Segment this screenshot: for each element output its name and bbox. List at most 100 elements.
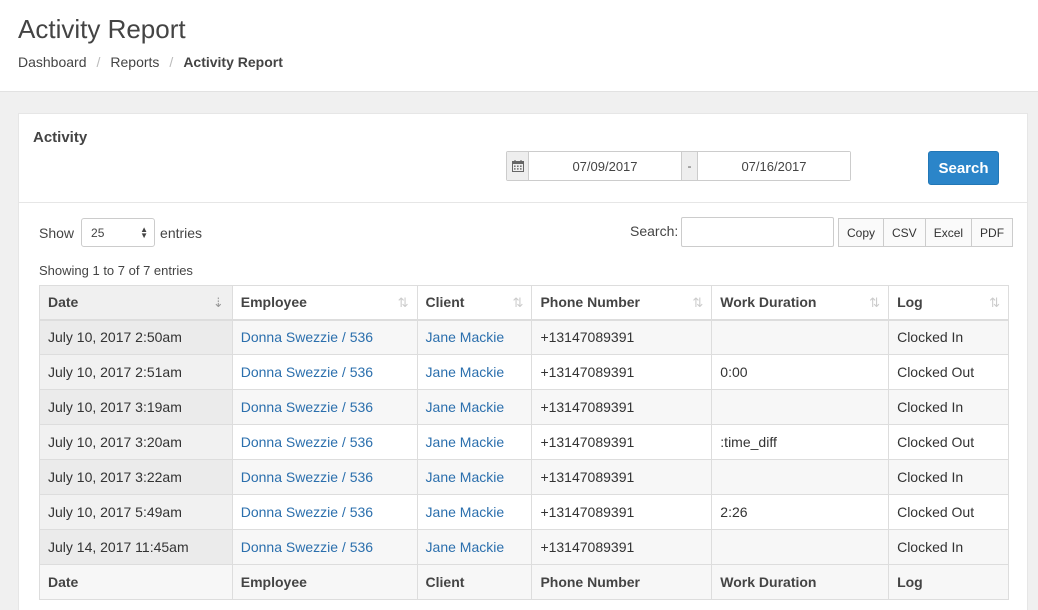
page-title: Activity Report <box>18 14 186 44</box>
column-header-client[interactable]: Client ⇅ <box>416 285 533 321</box>
log-cell: Clocked In <box>897 399 964 415</box>
search-button[interactable]: Search <box>928 151 999 185</box>
column-header-phone[interactable]: Phone Number ⇅ <box>531 285 713 321</box>
footer-employee: Employee <box>231 564 418 600</box>
employee-link[interactable]: Donna Swezzie / 536 <box>241 364 373 380</box>
sort-icon: ⇅ <box>692 295 704 310</box>
work-duration-cell: 2:26 <box>720 504 748 520</box>
column-header-log[interactable]: Log ⇅ <box>888 285 1009 321</box>
table-footer-row: Date Employee Client Phone Number Work D… <box>39 564 1009 600</box>
page-header: Activity Report Dashboard / Reports / Ac… <box>0 0 1038 92</box>
log-cell: Clocked In <box>897 539 964 555</box>
date-cell-container: July 10, 2017 3:22am <box>39 459 233 495</box>
sort-ascending-icon: ⇣ <box>212 295 224 310</box>
employee-link[interactable]: Donna Swezzie / 536 <box>241 504 373 520</box>
employee-link[interactable]: Donna Swezzie / 536 <box>241 539 373 555</box>
log-cell-container: Clocked In <box>888 389 1009 425</box>
log-cell: Clocked Out <box>897 434 975 450</box>
table-search-label: Search: <box>630 223 679 239</box>
work-duration-cell-container: 0:00 <box>711 354 890 390</box>
client-link[interactable]: Jane Mackie <box>426 329 505 345</box>
client-link[interactable]: Jane Mackie <box>426 539 505 555</box>
csv-button[interactable]: CSV <box>883 218 926 247</box>
calendar-icon[interactable] <box>507 152 529 180</box>
page-length-value: 25 <box>91 225 105 240</box>
employee-link-container: Donna Swezzie / 536 <box>231 529 418 565</box>
breadcrumb-reports[interactable]: Reports <box>110 54 159 70</box>
page-length-control: Show 25 ▲ ▼ entries <box>39 218 202 247</box>
client-link[interactable]: Jane Mackie <box>426 504 505 520</box>
client-link[interactable]: Jane Mackie <box>426 469 505 485</box>
date-from-input[interactable] <box>529 152 681 180</box>
table-row: July 10, 2017 3:19am Donna Swezzie / 536 J… <box>39 389 1009 425</box>
employee-link[interactable]: Donna Swezzie / 536 <box>241 329 373 345</box>
page-length-select[interactable]: 25 ▲ ▼ <box>81 218 156 247</box>
client-link-container: Jane Mackie <box>416 389 533 425</box>
table-row: July 10, 2017 2:50am Donna Swezzie / 536 J… <box>39 319 1009 355</box>
panel-header: Activity - Search <box>19 114 1027 203</box>
breadcrumb-current: Activity Report <box>183 54 283 70</box>
phone-cell-container: +13147089391 <box>531 459 713 495</box>
phone-cell: +13147089391 <box>540 469 635 485</box>
client-link-container: Jane Mackie <box>416 494 533 530</box>
date-cell: July 10, 2017 2:50am <box>48 329 182 346</box>
employee-link-container: Donna Swezzie / 536 <box>231 389 418 425</box>
column-header-date[interactable]: Date ⇣ <box>39 285 233 321</box>
work-duration-cell-container: :time_diff <box>711 424 890 460</box>
table-search-input[interactable] <box>681 217 834 247</box>
employee-link-container: Donna Swezzie / 536 <box>231 424 418 460</box>
footer-phone: Phone Number <box>531 564 713 600</box>
employee-link[interactable]: Donna Swezzie / 536 <box>241 469 373 485</box>
phone-cell-container: +13147089391 <box>531 389 713 425</box>
work-duration-cell-container <box>711 529 890 565</box>
client-link[interactable]: Jane Mackie <box>426 399 505 415</box>
date-range-picker: - <box>506 151 851 181</box>
employee-link[interactable]: Donna Swezzie / 536 <box>241 434 373 450</box>
phone-cell: +13147089391 <box>540 504 635 520</box>
phone-cell-container: +13147089391 <box>531 494 713 530</box>
client-link-container: Jane Mackie <box>416 354 533 390</box>
phone-cell: +13147089391 <box>540 329 635 346</box>
footer-client: Client <box>416 564 533 600</box>
work-duration-cell-container <box>711 459 890 495</box>
show-label: Show <box>39 224 75 241</box>
table-row: July 10, 2017 5:49am Donna Swezzie / 536 J… <box>39 494 1009 530</box>
client-link-container: Jane Mackie <box>416 459 533 495</box>
pdf-button[interactable]: PDF <box>971 218 1014 247</box>
excel-button[interactable]: Excel <box>924 218 973 247</box>
date-cell-container: July 10, 2017 5:49am <box>39 494 233 530</box>
sort-icon: ⇅ <box>397 295 409 310</box>
employee-link[interactable]: Donna Swezzie / 536 <box>241 399 373 415</box>
copy-button[interactable]: Copy <box>838 218 885 247</box>
client-link-container: Jane Mackie <box>416 319 533 355</box>
column-header-work-duration[interactable]: Work Duration ⇅ <box>711 285 890 321</box>
sort-icon: ⇅ <box>512 295 524 310</box>
log-cell-container: Clocked Out <box>888 494 1009 530</box>
footer-date: Date <box>39 564 233 600</box>
client-link-container: Jane Mackie <box>416 424 533 460</box>
work-duration-cell: :time_diff <box>720 434 777 450</box>
column-header-employee[interactable]: Employee ⇅ <box>231 285 418 321</box>
sort-icon: ⇅ <box>869 295 881 310</box>
phone-cell: +13147089391 <box>540 399 635 415</box>
employee-link-container: Donna Swezzie / 536 <box>231 494 418 530</box>
footer-log: Log <box>888 564 1009 600</box>
client-link[interactable]: Jane Mackie <box>426 364 505 380</box>
breadcrumb-dashboard[interactable]: Dashboard <box>18 54 87 70</box>
log-cell-container: Clocked Out <box>888 424 1009 460</box>
work-duration-cell-container: 2:26 <box>711 494 890 530</box>
footer-work-duration: Work Duration <box>711 564 890 600</box>
table-info: Showing 1 to 7 of 7 entries <box>39 263 193 278</box>
phone-cell: +13147089391 <box>540 364 635 380</box>
table-row: July 14, 2017 11:45am Donna Swezzie / 536… <box>39 529 1009 565</box>
date-to-input[interactable] <box>698 152 850 180</box>
table-header-row: Date ⇣ Employee ⇅ Client ⇅ Phone Number … <box>39 285 1009 321</box>
log-cell: Clocked Out <box>897 364 975 380</box>
breadcrumb-separator: / <box>169 54 174 70</box>
log-cell-container: Clocked Out <box>888 354 1009 390</box>
work-duration-cell: 0:00 <box>720 364 748 380</box>
date-cell: July 14, 2017 11:45am <box>48 539 189 555</box>
work-duration-cell-container <box>711 319 890 355</box>
client-link[interactable]: Jane Mackie <box>426 434 505 450</box>
phone-cell: +13147089391 <box>540 539 635 555</box>
